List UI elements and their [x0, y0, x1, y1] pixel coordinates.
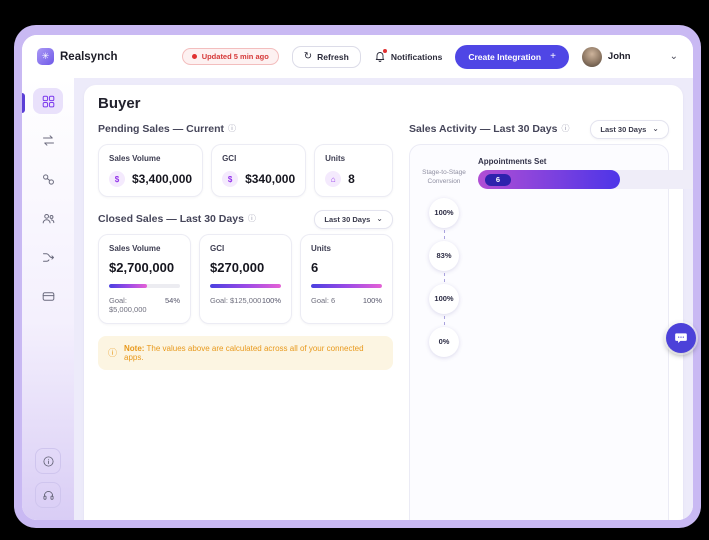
notification-dot-icon	[383, 49, 387, 53]
sidebar	[22, 78, 74, 520]
window-frame: ✳ Realsynch Updated 5 min ago ↻ Refresh	[14, 25, 701, 528]
brand: ✳ Realsynch	[37, 48, 118, 65]
app-name: Realsynch	[60, 51, 118, 63]
dollar-coin-icon: $	[109, 171, 125, 187]
conversion-value: 100%	[429, 284, 459, 314]
house-icon: ⌂	[325, 171, 341, 187]
user-menu[interactable]: John	[582, 47, 631, 67]
bell-icon	[374, 50, 386, 63]
sidebar-item-dashboard[interactable]	[33, 88, 63, 114]
buyer-title: Buyer	[98, 95, 669, 112]
avatar	[582, 47, 602, 67]
info-icon	[42, 455, 55, 468]
info-icon[interactable]: ⓘ	[248, 215, 256, 223]
chat-bubble-icon	[674, 331, 688, 345]
main-content: Buyer Pending Sales — Current ⓘ	[74, 78, 693, 520]
swap-arrows-icon	[41, 133, 56, 148]
note-text: Note: The values above are calculated ac…	[124, 344, 383, 362]
conversion-label: Stage-to-Stage Conversion	[422, 169, 466, 187]
chat-widget-button[interactable]	[666, 323, 696, 353]
info-icon[interactable]: ⓘ	[228, 125, 236, 133]
sales-activity-card: Stage-to-Stage Conversion 100% 83% 100%	[409, 144, 669, 520]
goal-card-gci: GCI $270,000 Goal: $125,000 100%	[199, 234, 292, 324]
goal-card-sales-volume: Sales Volume $2,700,000 Goal: $5,000,000…	[98, 234, 191, 324]
pending-sales-title: Pending Sales — Current	[98, 123, 224, 135]
branch-icon	[41, 250, 56, 265]
conversion-value: 0%	[429, 327, 459, 357]
progress-fill	[210, 284, 281, 288]
info-button[interactable]	[35, 448, 61, 474]
sales-activity-title: Sales Activity — Last 30 Days	[409, 123, 557, 135]
buyer-panel: Buyer Pending Sales — Current ⓘ	[84, 85, 683, 520]
dashed-connector	[444, 230, 445, 239]
headphones-icon	[42, 489, 55, 502]
funnel-bars: Appointments Set Goal: 30 6	[478, 157, 658, 520]
progress-fill	[311, 284, 382, 288]
conversion-rail: Stage-to-Stage Conversion 100% 83% 100%	[414, 157, 474, 520]
dashed-connector	[444, 316, 445, 325]
stage-appointments-set: Appointments Set Goal: 30 6	[478, 157, 693, 520]
sidebar-item-billing[interactable]	[33, 283, 63, 309]
app-window: ✳ Realsynch Updated 5 min ago ↻ Refresh	[22, 35, 693, 520]
chevron-down-icon: ⌄	[376, 217, 383, 222]
alert-info-icon: ⓘ	[108, 349, 117, 358]
closed-sales-cards: Sales Volume $2,700,000 Goal: $5,000,000…	[98, 234, 393, 324]
goal-card-units: Units 6 Goal: 6 100%	[300, 234, 393, 324]
support-button[interactable]	[35, 482, 61, 508]
metric-card-sales-volume: Sales Volume $ $3,400,000	[98, 144, 203, 197]
count-badge: 6	[485, 174, 511, 186]
create-integration-button[interactable]: Create Integration +	[455, 45, 569, 69]
conversion-value: 83%	[429, 241, 459, 271]
closed-sales-filter[interactable]: Last 30 Days ⌄	[314, 210, 393, 229]
top-bar: ✳ Realsynch Updated 5 min ago ↻ Refresh	[22, 35, 693, 78]
conversion-value: 100%	[429, 198, 459, 228]
metric-card-gci: GCI $ $340,000	[211, 144, 306, 197]
dashboard-icon	[41, 94, 56, 109]
sales-activity-filter[interactable]: Last 30 Days ⌄	[590, 120, 669, 139]
bar-track: 6	[478, 170, 693, 189]
notifications-button[interactable]: Notifications	[374, 50, 442, 63]
dashed-connector	[444, 273, 445, 282]
sidebar-item-workflows[interactable]	[33, 244, 63, 270]
progress-track	[210, 284, 281, 288]
sidebar-bottom	[35, 448, 61, 508]
note-banner: ⓘ Note: The values above are calculated …	[98, 336, 393, 370]
wallet-icon	[41, 289, 56, 304]
refresh-icon: ↻	[304, 52, 312, 62]
plus-icon: +	[550, 52, 556, 62]
updated-text: Updated 5 min ago	[202, 52, 269, 61]
sidebar-item-integrations[interactable]	[33, 127, 63, 153]
status-dot-icon	[192, 54, 197, 59]
metric-card-units: Units ⌂ 8	[314, 144, 393, 197]
info-icon[interactable]: ⓘ	[561, 125, 569, 133]
sidebar-item-users[interactable]	[33, 205, 63, 231]
active-indicator	[22, 93, 25, 113]
screen-background: ✳ Realsynch Updated 5 min ago ↻ Refresh	[0, 0, 709, 540]
progress-track	[109, 284, 180, 288]
closed-sales-title: Closed Sales — Last 30 Days	[98, 213, 244, 225]
progress-fill	[109, 284, 147, 288]
users-icon	[41, 211, 56, 226]
chevron-down-icon: ⌄	[652, 127, 659, 132]
sidebar-item-connections[interactable]	[33, 166, 63, 192]
user-menu-chevron-icon[interactable]: ⌄	[670, 51, 678, 62]
dollar-coin-icon: $	[222, 171, 238, 187]
link-icon	[41, 172, 56, 187]
pending-sales-cards: Sales Volume $ $3,400,000 GCI	[98, 144, 393, 197]
progress-track	[311, 284, 382, 288]
realsynch-logo-icon: ✳	[37, 48, 54, 65]
refresh-button[interactable]: ↻ Refresh	[292, 46, 361, 68]
updated-badge: Updated 5 min ago	[182, 48, 279, 65]
